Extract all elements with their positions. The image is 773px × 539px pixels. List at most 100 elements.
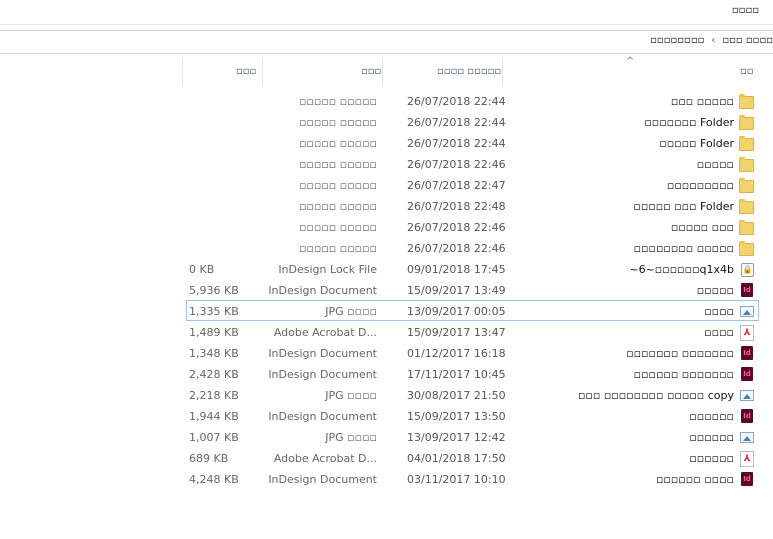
file-row[interactable]: 4,248 KB InDesign Document 03/11/2017 10:1… <box>186 468 759 489</box>
sort-up-icon: ^ <box>626 56 635 67</box>
file-row[interactable]: 1,007 KB JPG ▫▫▫▫ 13/09/2017 12:42 ▫▫▫▫▫▫ <box>186 426 759 447</box>
file-name: ▫▫▫▫▫ Folder <box>659 137 734 150</box>
column-header-name[interactable]: ▫▫ <box>740 60 754 84</box>
view-tab[interactable]: ▫▫▫▫ <box>732 5 759 16</box>
column-divider[interactable] <box>182 60 183 84</box>
file-type: InDesign Document <box>268 410 377 423</box>
column-header-row: ▫▫▫ ▫▫▫ ▫▫▫▫ ▫▫▫▫▫ ^ ▫▫ <box>0 56 773 86</box>
file-name: ▫▫▫▫▫▫▫ Folder <box>644 116 734 129</box>
column-divider[interactable] <box>262 60 263 84</box>
file-type: JPG ▫▫▫▫ <box>325 431 377 444</box>
file-size: 5,936 KB <box>189 284 239 297</box>
file-type: ▫▫▫▫▫ ▫▫▫▫▫ <box>298 137 377 150</box>
file-size: 4,248 KB <box>189 473 239 486</box>
column-divider[interactable] <box>502 60 503 84</box>
pdf-icon: ⅄ <box>740 451 754 467</box>
folder-icon <box>739 220 754 235</box>
pdf-icon: ⅄ <box>740 325 754 341</box>
image-icon <box>740 432 754 443</box>
file-size: 1,489 KB <box>189 326 239 339</box>
file-row[interactable]: ▫▫▫▫▫ ▫▫▫▫▫ 26/07/2018 22:46 ▫▫▫▫▫ <box>186 153 759 174</box>
file-type: InDesign Document <box>268 347 377 360</box>
breadcrumb-parent[interactable]: ▫▫▫ ▫▫▫▫ <box>722 35 773 46</box>
folder-icon <box>739 115 754 130</box>
file-type: ▫▫▫▫▫ ▫▫▫▫▫ <box>298 95 377 108</box>
file-row[interactable]: ▫▫▫▫▫ ▫▫▫▫▫ 26/07/2018 22:47 ▫▫▫▫▫▫▫▫▫ <box>186 174 759 195</box>
file-name: ▫▫▫▫▫▫ ▫▫▫▫▫▫▫ <box>633 368 734 381</box>
file-name: ~6~▫▫▫▫▫▫q1x4b <box>629 263 734 276</box>
file-row[interactable]: 1,335 KB JPG ▫▫▫▫ 13/09/2017 00:05 ▫▫▫▫ <box>186 300 759 321</box>
file-name: ▫▫▫▫▫ ▫▫▫ Folder <box>633 200 734 213</box>
file-type: ▫▫▫▫▫ ▫▫▫▫▫ <box>298 158 377 171</box>
file-name: ▫▫▫▫▫ <box>696 158 734 171</box>
file-name: ▫▫▫▫▫ ▫▫▫ <box>670 221 734 234</box>
image-icon <box>740 306 754 317</box>
folder-icon <box>739 178 754 193</box>
file-type: ▫▫▫▫▫ ▫▫▫▫▫ <box>298 242 377 255</box>
breadcrumb: ▫▫▫▫▫▫▫▫ ‹ ▫▫▫ ▫▫▫▫ <box>650 35 773 46</box>
indesign-icon: Id <box>741 283 753 297</box>
file-name: ▫▫▫▫▫▫ <box>689 410 734 423</box>
column-header-size[interactable]: ▫▫▫ <box>236 60 256 84</box>
ribbon-bar: ▫▫▫▫ <box>0 0 773 25</box>
file-row[interactable]: ▫▫▫▫▫ ▫▫▫▫▫ 26/07/2018 22:46 ▫▫▫▫▫▫▫▫ ▫▫▫▫… <box>186 237 759 258</box>
file-row[interactable]: ▫▫▫▫▫ ▫▫▫▫▫ 26/07/2018 22:44 ▫▫▫▫▫▫▫ Folde… <box>186 111 759 132</box>
file-type: ▫▫▫▫▫ ▫▫▫▫▫ <box>298 200 377 213</box>
folder-icon <box>739 199 754 214</box>
indesign-icon: Id <box>741 409 753 423</box>
file-size: 1,007 KB <box>189 431 239 444</box>
file-size: 0 KB <box>189 263 215 276</box>
file-row[interactable]: ▫▫▫▫▫ ▫▫▫▫▫ 26/07/2018 22:46 ▫▫▫▫▫ ▫▫▫ <box>186 216 759 237</box>
image-icon <box>740 390 754 401</box>
column-header-date[interactable]: ▫▫▫▫ ▫▫▫▫▫ <box>437 60 501 84</box>
lock-file-icon: 🔒 <box>741 263 754 277</box>
folder-icon <box>739 157 754 172</box>
column-divider[interactable] <box>382 60 383 84</box>
file-type: ▫▫▫▫▫ ▫▫▫▫▫ <box>298 221 377 234</box>
column-header-type[interactable]: ▫▫▫ <box>361 60 381 84</box>
file-type: Adobe Acrobat D... <box>273 326 377 339</box>
file-size: 2,218 KB <box>189 389 239 402</box>
file-row[interactable]: 1,489 KB Adobe Acrobat D... 15/09/2017 13:… <box>186 321 759 342</box>
file-size: 1,335 KB <box>189 305 239 318</box>
breadcrumb-separator-icon: ‹ <box>711 35 716 46</box>
file-size: 689 KB <box>189 452 229 465</box>
file-name: ▫▫▫▫ <box>704 305 734 318</box>
file-type: JPG ▫▫▫▫ <box>325 305 377 318</box>
file-type: InDesign Document <box>268 473 377 486</box>
file-size: 2,428 KB <box>189 368 239 381</box>
file-row[interactable]: 0 KB InDesign Lock File 09/01/2018 17:45 ~6… <box>186 258 759 279</box>
breadcrumb-current[interactable]: ▫▫▫▫▫▫▫▫ <box>650 35 704 46</box>
file-size: 1,944 KB <box>189 410 239 423</box>
file-row[interactable]: ▫▫▫▫▫ ▫▫▫▫▫ 26/07/2018 22:44 ▫▫▫ ▫▫▫▫▫ <box>186 90 759 111</box>
file-type: InDesign Document <box>268 368 377 381</box>
file-name: ▫▫▫▫▫▫▫ ▫▫▫▫▫▫▫ <box>626 347 734 360</box>
indesign-icon: Id <box>741 472 753 486</box>
file-type: ▫▫▫▫▫ ▫▫▫▫▫ <box>298 116 377 129</box>
file-name: ▫▫▫▫▫ <box>696 284 734 297</box>
indesign-icon: Id <box>741 367 753 381</box>
folder-icon <box>739 241 754 256</box>
file-row[interactable]: ▫▫▫▫▫ ▫▫▫▫▫ 26/07/2018 22:44 ▫▫▫▫▫ Folder <box>186 132 759 153</box>
indesign-icon: Id <box>741 346 753 360</box>
file-type: InDesign Document <box>268 284 377 297</box>
file-type: JPG ▫▫▫▫ <box>325 389 377 402</box>
file-name: ▫▫▫▫▫▫ <box>689 431 734 444</box>
file-name: ▫▫▫ ▫▫▫▫▫▫▫▫ ▫▫▫▫▫ copy <box>577 389 734 402</box>
file-row[interactable]: 689 KB Adobe Acrobat D... 04/01/2018 17:50… <box>186 447 759 468</box>
file-name: ▫▫▫▫▫▫▫▫▫ <box>666 179 734 192</box>
file-row[interactable]: ▫▫▫▫▫ ▫▫▫▫▫ 26/07/2018 22:48 ▫▫▫▫▫ ▫▫▫ Fol… <box>186 195 759 216</box>
file-row[interactable]: 1,944 KB InDesign Document 15/09/2017 13:5… <box>186 405 759 426</box>
file-name: ▫▫▫▫▫▫ ▫▫▫▫ <box>655 473 734 486</box>
file-type: Adobe Acrobat D... <box>273 452 377 465</box>
file-row[interactable]: 2,218 KB JPG ▫▫▫▫ 30/08/2017 21:50 ▫▫▫ ▫▫▫▫… <box>186 384 759 405</box>
file-row[interactable]: 5,936 KB InDesign Document 15/09/2017 13:4… <box>186 279 759 300</box>
folder-icon <box>739 94 754 109</box>
file-name: ▫▫▫▫ <box>704 326 734 339</box>
file-row[interactable]: 2,428 KB InDesign Document 17/11/2017 10:4… <box>186 363 759 384</box>
file-name: ▫▫▫ ▫▫▫▫▫ <box>670 95 734 108</box>
file-type: InDesign Lock File <box>278 263 377 276</box>
file-name: ▫▫▫▫▫▫▫▫ ▫▫▫▫▫ <box>633 242 734 255</box>
file-row[interactable]: 1,348 KB InDesign Document 01/12/2017 16:1… <box>186 342 759 363</box>
address-bar[interactable]: ▫▫▫▫▫▫▫▫ ‹ ▫▫▫ ▫▫▫▫ <box>0 30 773 54</box>
